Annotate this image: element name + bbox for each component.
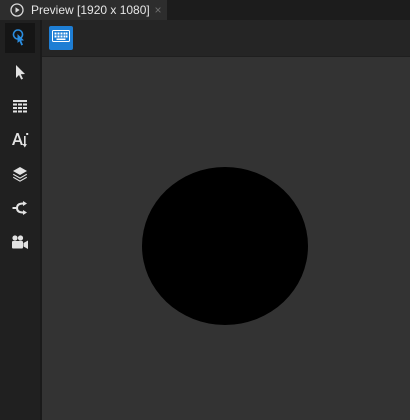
text-sort-icon [10,130,30,150]
tool-grid[interactable] [5,91,35,121]
grid-icon [11,97,29,115]
tab-preview[interactable]: Preview [1920 x 1080] × [0,0,167,20]
tool-text-sort[interactable] [5,125,35,155]
hand-pointer-icon [9,27,31,49]
tab-bar: Preview [1920 x 1080] × [0,0,410,20]
video-camera-icon [10,233,30,251]
tool-layers[interactable] [5,159,35,189]
play-circle-icon [10,3,24,17]
preview-canvas[interactable] [42,57,410,420]
tool-interaction-pointer[interactable] [5,23,35,53]
layers-icon [11,165,29,183]
tool-connections[interactable] [5,193,35,223]
tool-camera[interactable] [5,227,35,257]
tab-title: Preview [1920 x 1080] [31,3,150,17]
preview-window: Preview [1920 x 1080] × [0,0,410,420]
circle-shape[interactable] [142,167,308,325]
arrow-cursor-icon [11,63,29,81]
tool-rail [0,20,40,420]
tool-select[interactable] [5,57,35,87]
preview-toolbar [42,20,410,56]
close-icon[interactable]: × [152,2,164,18]
keyboard-toggle-button[interactable] [49,26,73,50]
keyboard-icon [52,29,70,47]
connection-icon [11,199,29,217]
